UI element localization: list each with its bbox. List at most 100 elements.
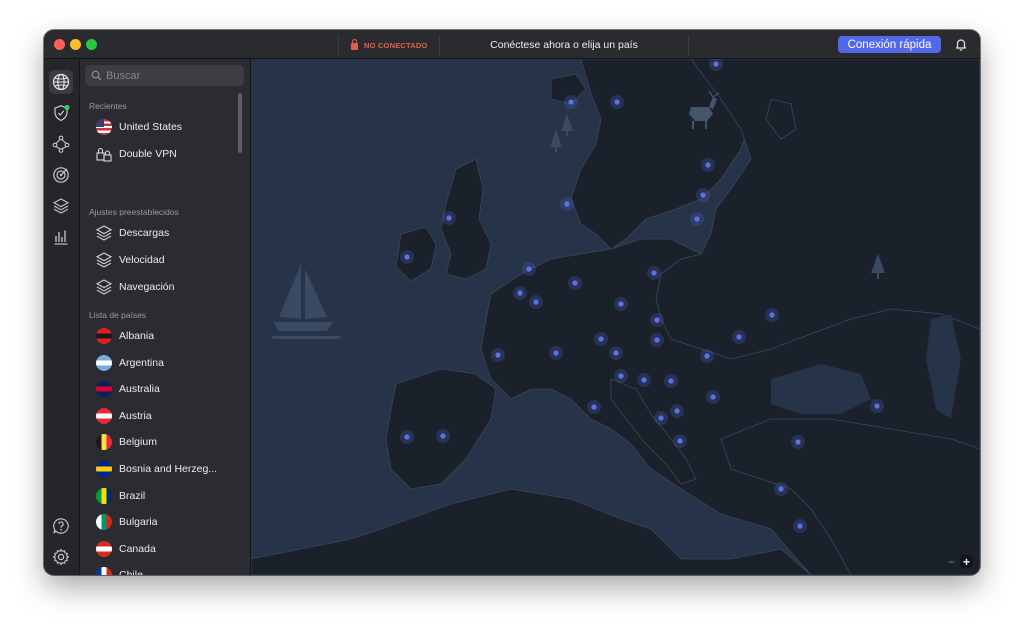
layers-icon[interactable] [49,194,73,218]
server-node[interactable] [706,390,720,404]
server-node[interactable] [529,295,543,309]
us-flag-icon [95,118,113,136]
server-node[interactable] [568,276,582,290]
server-nodes [400,59,884,533]
server-node[interactable] [701,158,715,172]
server-node[interactable] [654,411,668,425]
server-node[interactable] [614,297,628,311]
server-node[interactable] [670,404,684,418]
gear-icon[interactable] [49,545,73,569]
double-vpn-icon [95,145,113,163]
country-item-bulgaria[interactable]: Bulgaria [95,510,235,534]
title-bar: NO CONECTADO Conéctese ahora o elija un … [44,30,980,59]
server-node[interactable] [650,313,664,327]
recent-item-united-states[interactable]: United States [95,115,235,139]
scrollbar[interactable] [238,93,242,153]
server-node[interactable] [793,519,807,533]
unlocked-icon [351,38,358,50]
server-node[interactable] [664,374,678,388]
country-item-chile[interactable]: Chile [95,563,235,575]
country-label: Brazil [119,489,146,502]
flag-icon [95,327,113,345]
recent-label: United States [119,121,183,133]
preset-item-velocidad[interactable]: Velocidad [95,248,235,272]
server-node[interactable] [673,434,687,448]
country-label: Belgium [119,436,157,449]
server-node[interactable] [610,95,624,109]
server-node[interactable] [594,332,608,346]
server-node[interactable] [870,399,884,413]
search-input[interactable] [106,69,236,82]
server-node[interactable] [587,400,601,414]
country-item-argentina[interactable]: Argentina [95,351,235,375]
presets-title: Ajustes preestablecidos [89,207,179,217]
flag-icon [95,487,113,505]
server-node[interactable] [564,95,578,109]
country-item-austria[interactable]: Austria [95,404,235,428]
server-node[interactable] [549,346,563,360]
server-node[interactable] [647,266,661,280]
server-node[interactable] [774,482,788,496]
flag-icon [95,513,113,531]
country-item-australia[interactable]: Australia [95,377,235,401]
connection-prompt: Conéctese ahora o elija un país [439,35,689,55]
server-node[interactable] [765,308,779,322]
server-node[interactable] [400,430,414,444]
countries-title: Lista de países [89,310,147,320]
country-label: Albania [119,330,155,342]
preset-item-descargas[interactable]: Descargas [95,221,235,245]
country-item-canada[interactable]: Canada [95,537,235,561]
server-node[interactable] [400,250,414,264]
server-node[interactable] [442,211,456,225]
recents-title: Recientes [89,101,127,111]
country-label: Argentina [119,356,164,369]
server-node[interactable] [614,369,628,383]
country-label: Bosnia and Herzeg... [119,463,218,475]
search-box[interactable] [85,65,244,86]
bell-icon[interactable] [954,37,968,51]
quick-connect-button[interactable]: Conexión rápida [838,36,941,53]
server-node[interactable] [690,212,704,226]
server-node[interactable] [791,435,805,449]
minimize-window-button[interactable] [70,39,81,50]
help-icon[interactable] [49,514,73,538]
sidebar: Recientes United States Double VPN Ajust… [80,59,251,575]
flag-icon [95,540,113,558]
zoom-window-button[interactable] [86,39,97,50]
country-item-brazil[interactable]: Brazil [95,484,235,508]
server-node[interactable] [491,348,505,362]
server-node[interactable] [732,330,746,344]
server-node[interactable] [513,286,527,300]
flag-icon [95,380,113,398]
icon-bar [44,59,80,575]
server-node[interactable] [522,262,536,276]
world-map[interactable]: − + [251,59,980,575]
server-node[interactable] [696,188,710,202]
flag-icon [95,354,113,372]
preset-item-navegacion[interactable]: Navegación [95,275,235,299]
zoom-out-button[interactable]: − [945,555,958,569]
server-node[interactable] [436,429,450,443]
server-node[interactable] [650,333,664,347]
recent-label: Double VPN [119,148,177,160]
country-item-albania[interactable]: Albania [95,324,235,348]
stats-icon[interactable] [49,225,73,249]
server-node[interactable] [709,59,723,71]
flag-icon [95,407,113,425]
shield-icon[interactable] [49,101,73,125]
zoom-in-button[interactable]: + [960,555,973,569]
preset-label: Navegación [119,281,175,293]
recent-item-double-vpn[interactable]: Double VPN [95,142,235,166]
meshnet-icon[interactable] [49,132,73,156]
country-item-bosnia-and-herzeg[interactable]: Bosnia and Herzeg... [95,457,235,481]
server-node[interactable] [609,346,623,360]
flag-icon [95,433,113,451]
globe-icon[interactable] [49,70,73,94]
server-node[interactable] [637,373,651,387]
target-icon[interactable] [49,163,73,187]
country-item-belgium[interactable]: Belgium [95,430,235,454]
server-node[interactable] [700,349,714,363]
preset-label: Descargas [119,227,170,239]
close-window-button[interactable] [54,39,65,50]
server-node[interactable] [560,197,574,211]
